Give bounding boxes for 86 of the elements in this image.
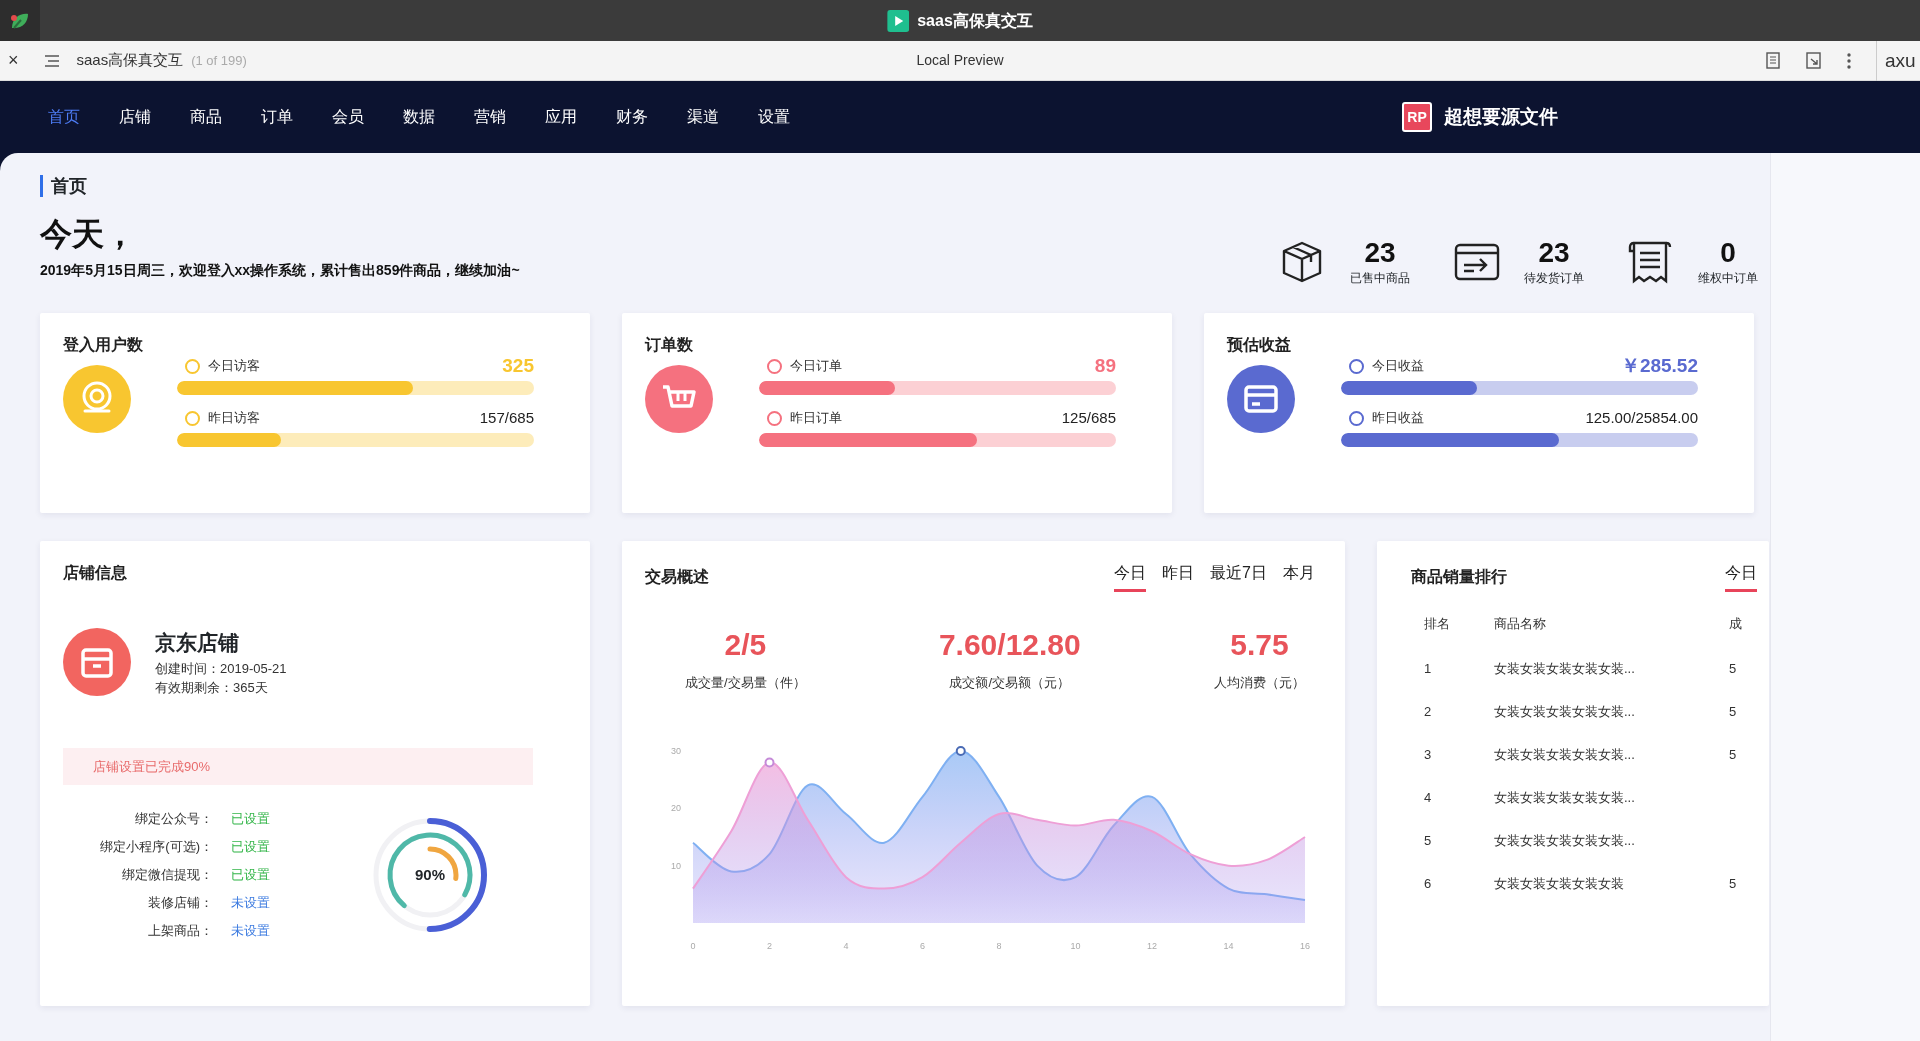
- row-label: 今日收益: [1372, 357, 1424, 376]
- column-header: 成: [1729, 615, 1742, 633]
- row-label: 今日访客: [208, 357, 260, 376]
- page-count: (1 of 199): [191, 51, 247, 70]
- remaining-days: 有效期剩余：365天: [155, 678, 287, 698]
- stat-figure: 7.60/12.80: [938, 627, 1081, 663]
- column-header: 排名: [1424, 615, 1451, 633]
- sales-cell-text: 5: [1729, 746, 1737, 765]
- axis-label: 8: [996, 940, 1002, 951]
- created-date: 创建时间：2019-05-21: [155, 659, 287, 678]
- axis-label: 10: [671, 860, 681, 871]
- row-value: ￥285.52: [1620, 353, 1698, 378]
- axis-label: 10: [1070, 940, 1081, 951]
- logo-badge: RP: [1402, 102, 1432, 132]
- stat-figure: 2/5: [723, 627, 768, 663]
- stat-label: 维权中订单: [1698, 270, 1758, 287]
- product-name-cell-text: 女装女装女装女装女装...: [1494, 789, 1636, 808]
- setting-status: 已设置: [231, 838, 270, 857]
- rank-cell-text: 1: [1424, 660, 1433, 679]
- axis-label: 30: [671, 745, 681, 756]
- stat-label: 已售中商品: [1350, 270, 1410, 287]
- stat-caption: 人均消费（元）: [1214, 674, 1305, 692]
- axis-label: 14: [1223, 940, 1234, 951]
- card-title: 店铺信息: [63, 563, 128, 583]
- axis-label: 6: [920, 940, 925, 951]
- setting-status: 已设置: [231, 866, 270, 885]
- window-title: saas高保真交互: [917, 10, 1033, 31]
- row-value: 125/685: [1061, 407, 1116, 428]
- card-title: 订单数: [645, 335, 694, 355]
- greeting-subtitle: 2019年5月15日周三，欢迎登入xx操作系统，累计售出859件商品，继续加油~: [40, 261, 520, 280]
- row-value: 325: [502, 353, 534, 378]
- setting-label: 上架商品：: [147, 922, 213, 941]
- axis-label: 20: [671, 802, 681, 813]
- sales-cell-text: 5: [1729, 875, 1737, 894]
- rank-cell-text: 2: [1424, 703, 1433, 722]
- card-title: 登入用户数: [63, 335, 144, 355]
- stat-figure: 5.75: [1229, 627, 1290, 663]
- row-label: 昨日访客: [208, 409, 260, 428]
- sales-cell-text: 5: [1729, 703, 1737, 722]
- ring-percentage: 90%: [415, 864, 445, 885]
- rank-cell-text: 4: [1424, 789, 1433, 808]
- axis-label: 0: [690, 940, 696, 951]
- card-title: 商品销量排行: [1411, 566, 1507, 587]
- row-label: 昨日订单: [790, 409, 842, 428]
- product-name-cell-text: 女装女装女装女装女装...: [1494, 703, 1636, 722]
- axis-label: 4: [843, 940, 849, 951]
- preview-title: Local Preview: [916, 51, 1004, 70]
- product-name-cell-text: 女装女装女装女装女装: [1494, 875, 1625, 894]
- store-name: 京东店铺: [155, 630, 240, 656]
- stat-value: 23: [1363, 237, 1397, 269]
- card-title: 交易概述: [645, 566, 709, 587]
- axis-label: 16: [1300, 940, 1310, 951]
- stat-value: 0: [1719, 237, 1737, 269]
- progress-note: 店铺设置已完成90%: [63, 747, 533, 785]
- product-name-cell-text: 女装女装女装女装女装...: [1494, 746, 1636, 765]
- rank-cell-text: 3: [1424, 746, 1433, 765]
- row-value: 89: [1094, 353, 1116, 378]
- setting-label: 装修店铺：: [147, 894, 213, 913]
- setting-status: 未设置: [231, 894, 270, 913]
- setting-label: 绑定微信提现：: [121, 866, 213, 885]
- setting-label: 绑定小程序(可选)：: [99, 838, 213, 857]
- card-title: 预估收益: [1227, 335, 1292, 355]
- brand-label: axu: [1876, 40, 1920, 81]
- stat-label: 待发货订单: [1524, 270, 1584, 287]
- row-label: 今日订单: [790, 357, 842, 376]
- stat-caption: 成交额/交易额（元）: [948, 674, 1072, 692]
- stat-caption: 成交量/交易量（件）: [685, 674, 806, 692]
- greeting-title: 今天，: [40, 215, 137, 254]
- setting-status: 已设置: [231, 810, 270, 829]
- rank-cell-text: 6: [1424, 875, 1433, 894]
- breadcrumb: 首页: [40, 175, 87, 197]
- axis-label: 12: [1147, 940, 1157, 951]
- brand-name: 超想要源文件: [1444, 104, 1558, 129]
- stat-value: 23: [1537, 237, 1571, 269]
- row-value: 157/685: [479, 407, 534, 428]
- page-title: saas高保真交互: [76, 50, 184, 71]
- setting-status: 未设置: [231, 922, 270, 941]
- row-label: 昨日收益: [1372, 409, 1424, 428]
- axis-label: 2: [767, 940, 772, 951]
- row-value: 125.00/25854.00: [1585, 407, 1698, 428]
- column-header: 商品名称: [1494, 615, 1547, 633]
- product-name-cell-text: 女装女装女装女装女装...: [1494, 832, 1636, 851]
- rank-cell-text: 5: [1424, 832, 1433, 851]
- sales-cell-text: 5: [1729, 660, 1737, 679]
- product-name-cell-text: 女装女装女装女装女装...: [1494, 660, 1636, 679]
- setting-label: 绑定公众号：: [134, 810, 213, 829]
